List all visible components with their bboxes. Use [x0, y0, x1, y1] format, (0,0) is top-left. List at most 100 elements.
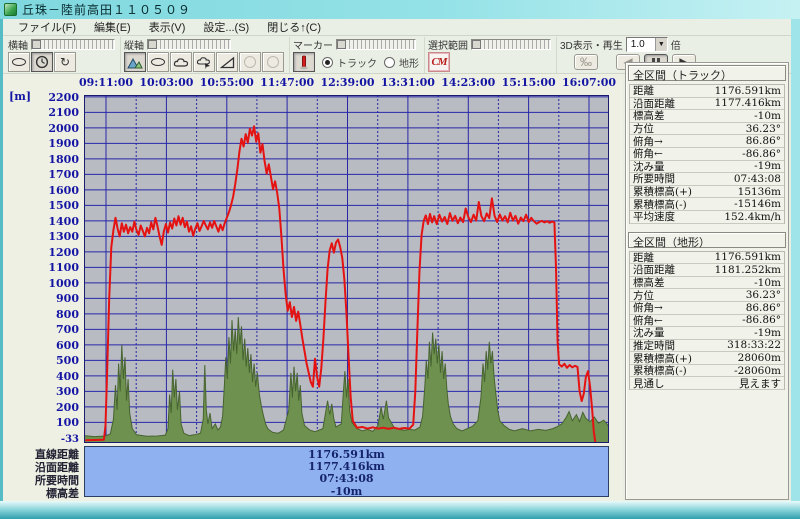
oval-icon	[12, 58, 26, 66]
table-row: 平均速度152.4km/h	[630, 211, 784, 224]
elevation-min-label: -33	[3, 434, 79, 445]
menu-item-1[interactable]: 編集(E)	[85, 18, 140, 36]
elevation-chart-area: [m] 09:11:0010:03:0010:55:0011:47:0012:3…	[3, 74, 623, 501]
menu-item-3[interactable]: 設定...(S)	[194, 18, 258, 36]
time-tick-label: 10:03:00	[139, 76, 193, 89]
speed-combobox[interactable]: 1.0 ▼	[626, 37, 668, 52]
time-tick-label: 12:39:00	[320, 76, 374, 89]
rotate-tool-button[interactable]: ↻	[54, 52, 76, 72]
footer-label: 直線距離	[3, 448, 79, 461]
marker-label: マーカー	[293, 37, 333, 52]
selection-label: 選択範囲	[428, 37, 468, 52]
haxis-group: 横軸 ↻	[5, 37, 121, 73]
stat-value: 07:43:08	[734, 173, 784, 185]
cm-button[interactable]: CM	[428, 52, 450, 72]
terrain-radio[interactable]	[384, 57, 395, 68]
elevation-tick-label: 500	[3, 354, 79, 367]
mountain-view-button[interactable]	[124, 52, 146, 72]
footer-summary-box: 1176.591km1177.416km07:43:08-10m	[84, 446, 609, 497]
stat-value: -19m	[754, 327, 784, 339]
menu-bar: ファイル(F)編集(E)表示(V)設定...(S)閉じる↑(C)	[3, 19, 791, 36]
stat-label: 平均速度	[630, 209, 724, 224]
elevation-tick-label: 1100	[3, 261, 79, 274]
elevation-tick-label: 2200	[3, 91, 79, 104]
elevation-tick-label: 900	[3, 292, 79, 305]
time-tick-label: 09:11:00	[79, 76, 133, 89]
elevation-tick-label: 1300	[3, 230, 79, 243]
elevation-tick-label: 300	[3, 385, 79, 398]
footer-label: 標高差	[3, 487, 79, 500]
marker-pin-button[interactable]	[293, 52, 315, 72]
chevron-down-icon: ▼	[655, 38, 667, 51]
haxis-label: 横軸	[8, 37, 28, 52]
elevation-tick-label: 1800	[3, 153, 79, 166]
selection-group: 選択範囲 CM	[425, 37, 557, 73]
track-section-header: 全区間（トラック）	[628, 65, 786, 81]
elevation-tick-label: 800	[3, 308, 79, 321]
elevation-tick-label: 1900	[3, 137, 79, 150]
vaxis-label: 縦軸	[124, 37, 144, 52]
footer-label: 沿面距離	[3, 461, 79, 474]
oval-tool-button[interactable]	[8, 52, 30, 72]
elevation-tick-label: 700	[3, 323, 79, 336]
elevation-tick-label: 1700	[3, 168, 79, 181]
title-bar[interactable]: 丘珠－陸前高田１１０５０９	[0, 0, 800, 19]
playback-label: 3D表示・再生	[560, 37, 623, 52]
vaxis-group: 縦軸	[121, 37, 290, 73]
time-tick-label: 11:47:00	[260, 76, 314, 89]
elevation-tick-label: 1400	[3, 215, 79, 228]
triangle-tool-button[interactable]	[216, 52, 238, 72]
cm-icon: CM	[431, 56, 446, 68]
rotate-icon: ↻	[60, 56, 70, 68]
cloud-icon	[173, 57, 189, 68]
elevation-tick-label: 2100	[3, 106, 79, 119]
stat-value: -19m	[754, 160, 784, 172]
time-tick-label: 16:07:00	[562, 76, 616, 89]
menu-item-2[interactable]: 表示(V)	[140, 18, 195, 36]
plot-canvas[interactable]	[84, 95, 609, 443]
menu-item-4[interactable]: 閉じる↑(C)	[258, 18, 330, 36]
clock-tool-button[interactable]	[31, 52, 53, 72]
elevation-tick-label: 1600	[3, 184, 79, 197]
ghost-circle-button-2[interactable]	[262, 52, 284, 72]
triangle-icon	[220, 56, 235, 69]
stat-value: -10m	[754, 110, 784, 122]
selection-slider[interactable]	[471, 39, 551, 50]
track-radio[interactable]	[322, 57, 333, 68]
terrain-stats-table: 距離1176.591km沿面距離1181.252km標高差-10m方位36.23…	[629, 251, 785, 391]
cloud-pointer-button[interactable]	[193, 52, 215, 72]
oval-icon	[151, 58, 165, 66]
vaxis-zoom-slider[interactable]	[147, 39, 231, 50]
footer-labels: 直線距離沿面距離所要時間標高差	[3, 448, 79, 500]
speed-value: 1.0	[627, 39, 655, 50]
oval-view-button[interactable]	[147, 52, 169, 72]
stat-value: 見えます	[739, 376, 784, 391]
window-title: 丘珠－陸前高田１１０５０９	[22, 1, 191, 18]
stat-value: 1176.591km	[715, 251, 784, 263]
menu-item-0[interactable]: ファイル(F)	[9, 18, 85, 36]
marker-slider[interactable]	[336, 39, 416, 50]
stat-value: 1176.591km	[715, 85, 784, 97]
ghost-circle-button-1[interactable]	[239, 52, 261, 72]
status-bar	[0, 501, 800, 519]
elevation-tick-label: 600	[3, 339, 79, 352]
stat-value: 86.86°	[746, 302, 784, 314]
cloud-view-button[interactable]	[170, 52, 192, 72]
elevation-plot	[84, 95, 609, 443]
time-tick-label: 10:55:00	[200, 76, 254, 89]
footer-label: 所要時間	[3, 474, 79, 487]
app-icon	[4, 3, 17, 16]
clock-icon	[35, 55, 49, 69]
gradient-button[interactable]: ‰	[574, 54, 598, 70]
stat-label: 見通し	[630, 376, 739, 391]
elevation-tick-label: 1200	[3, 246, 79, 259]
haxis-zoom-slider[interactable]	[31, 39, 115, 50]
terrain-radio-label: 地形	[399, 55, 419, 70]
app-frame: ファイル(F)編集(E)表示(V)設定...(S)閉じる↑(C) 横軸	[3, 19, 791, 501]
stat-value: 15136m	[738, 186, 784, 198]
elevation-tick-label: 2000	[3, 122, 79, 135]
app-window: 丘珠－陸前高田１１０５０９ ファイル(F)編集(E)表示(V)設定...(S)閉…	[0, 0, 800, 519]
permille-icon: ‰	[580, 56, 592, 68]
time-tick-label: 14:23:00	[441, 76, 495, 89]
footer-value: 07:43:08	[85, 473, 608, 485]
